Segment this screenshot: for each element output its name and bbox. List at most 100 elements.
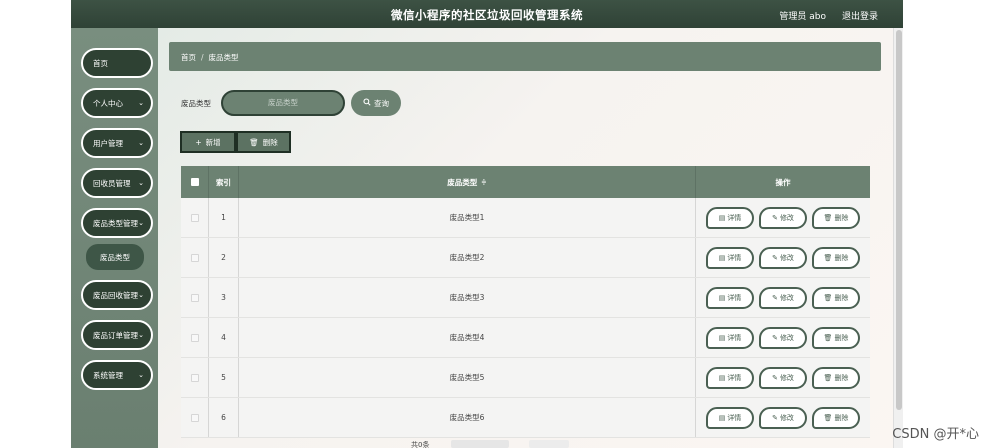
sidebar-item-1[interactable]: 个人中心 ⌄: [81, 88, 153, 118]
detail-label: 详情: [727, 293, 742, 302]
delete-icon: 🗑: [823, 213, 833, 222]
sidebar-item-2[interactable]: 用户管理 ⌄: [81, 128, 153, 158]
chevron-down-icon: ⌄: [138, 139, 144, 147]
row-index: 2: [209, 238, 239, 277]
edit-label: 修改: [779, 253, 794, 262]
row-type: 废品类型5: [239, 358, 696, 397]
delete-button[interactable]: 🗑 删除: [812, 406, 860, 429]
row-checkbox-cell: [181, 358, 209, 397]
chevron-down-icon: ⌄: [138, 331, 144, 339]
detail-label: 详情: [727, 413, 742, 422]
detail-button[interactable]: ▤ 详情: [706, 406, 754, 429]
delete-icon: 🗑: [823, 253, 833, 262]
edit-label: 修改: [779, 333, 794, 342]
edit-button[interactable]: ✎ 修改: [759, 246, 807, 269]
sidebar-item-0[interactable]: 首页: [81, 48, 153, 78]
edit-icon: ✎: [772, 253, 778, 262]
row-index: 3: [209, 278, 239, 317]
row-type: 废品类型6: [239, 398, 696, 437]
detail-label: 详情: [727, 253, 742, 262]
row-index: 5: [209, 358, 239, 397]
sidebar-nav: 首页个人中心 ⌄ 用户管理 ⌄ 回收员管理 ⌄ 废品类型管理 ⌄ 废品类型废品回收管理 ⌄ 废品订单…: [81, 48, 153, 400]
sidebar-item-3[interactable]: 回收员管理 ⌄: [81, 168, 153, 198]
add-button-label: 新增: [205, 137, 221, 147]
page-jump-input[interactable]: [529, 440, 569, 448]
row-checkbox[interactable]: [190, 213, 199, 222]
search-label: 废品类型: [181, 99, 211, 108]
delete-button[interactable]: 🗑 删除: [812, 206, 860, 229]
delete-button[interactable]: 🗑 删除: [812, 246, 860, 269]
table-row: 1 废品类型1 ▤ 详情 ✎ 修改 🗑 删除: [181, 198, 870, 238]
edit-icon: ✎: [772, 213, 778, 222]
edit-button[interactable]: ✎ 修改: [759, 326, 807, 349]
search-button[interactable]: 查询: [351, 90, 401, 116]
search-input[interactable]: 废品类型: [221, 90, 345, 116]
delete-icon: 🗑: [823, 373, 833, 382]
detail-icon: ▤: [718, 293, 726, 302]
row-index: 6: [209, 398, 239, 437]
edit-label: 修改: [779, 213, 794, 222]
row-type: 废品类型3: [239, 278, 696, 317]
page: 微信小程序的社区垃圾回收管理系统 管理员 abo 退出登录 首页 个人中心 ⌄ 用户管…: [0, 0, 985, 448]
sidebar-item-5[interactable]: 废品回收管理 ⌄: [81, 280, 153, 310]
sidebar-item-6[interactable]: 废品订单管理 ⌄: [81, 320, 153, 350]
breadcrumb-home[interactable]: 首页: [181, 53, 196, 62]
row-ops: ▤ 详情 ✎ 修改 🗑 删除: [696, 198, 870, 237]
select-all-checkbox[interactable]: [190, 178, 199, 186]
edit-label: 修改: [779, 293, 794, 302]
delete-icon: 🗑: [823, 293, 833, 302]
pager-total: 共0条: [411, 441, 430, 448]
delete-icon: 🗑: [823, 413, 833, 422]
bulk-delete-button[interactable]: 🗑 删除: [236, 131, 291, 153]
row-checkbox[interactable]: [190, 293, 199, 302]
app-window: 微信小程序的社区垃圾回收管理系统 管理员 abo 退出登录 首页 个人中心 ⌄ 用户管…: [71, 0, 903, 448]
page-size-select[interactable]: [451, 440, 509, 448]
delete-label: 删除: [834, 213, 849, 222]
edit-icon: ✎: [772, 373, 778, 382]
detail-button[interactable]: ▤ 详情: [706, 246, 754, 269]
header-type[interactable]: 废品类型 ≑: [239, 166, 696, 198]
scrollbar-thumb[interactable]: [896, 30, 902, 410]
detail-button[interactable]: ▤ 详情: [706, 206, 754, 229]
row-checkbox[interactable]: [190, 253, 199, 262]
sidebar-item-7[interactable]: 系统管理 ⌄: [81, 360, 153, 390]
detail-button[interactable]: ▤ 详情: [706, 286, 754, 309]
plus-icon: +: [195, 137, 202, 147]
header-ops: 操作: [775, 177, 791, 187]
detail-button[interactable]: ▤ 详情: [706, 366, 754, 389]
row-index: 1: [209, 198, 239, 237]
row-ops: ▤ 详情 ✎ 修改 🗑 删除: [696, 398, 870, 437]
sidebar-item-4[interactable]: 废品类型管理 ⌄: [81, 208, 153, 238]
delete-button[interactable]: 🗑 删除: [812, 286, 860, 309]
detail-icon: ▤: [718, 413, 726, 422]
add-button[interactable]: + 新增: [180, 131, 236, 153]
row-checkbox-cell: [181, 198, 209, 237]
delete-button[interactable]: 🗑 删除: [812, 366, 860, 389]
detail-icon: ▤: [718, 213, 726, 222]
detail-button[interactable]: ▤ 详情: [706, 326, 754, 349]
detail-label: 详情: [727, 333, 742, 342]
app-title: 微信小程序的社区垃圾回收管理系统: [391, 8, 583, 22]
header-index: 索引: [209, 166, 239, 198]
edit-icon: ✎: [772, 333, 778, 342]
table-row: 2 废品类型2 ▤ 详情 ✎ 修改 🗑 删除: [181, 238, 870, 278]
edit-button[interactable]: ✎ 修改: [759, 286, 807, 309]
edit-button[interactable]: ✎ 修改: [759, 206, 807, 229]
detail-label: 详情: [727, 213, 742, 222]
table-row: 4 废品类型4 ▤ 详情 ✎ 修改 🗑 删除: [181, 318, 870, 358]
row-checkbox[interactable]: [190, 333, 199, 342]
watermark: CSDN @开*心: [892, 427, 979, 442]
sort-icon[interactable]: ≑: [481, 178, 486, 186]
row-checkbox[interactable]: [190, 373, 199, 382]
vertical-scrollbar[interactable]: [893, 28, 903, 448]
edit-button[interactable]: ✎ 修改: [759, 366, 807, 389]
breadcrumb-separator: /: [201, 53, 204, 62]
table-row: 5 废品类型5 ▤ 详情 ✎ 修改 🗑 删除: [181, 358, 870, 398]
sidebar-subitem-waste-type[interactable]: 废品类型: [86, 244, 144, 270]
delete-button[interactable]: 🗑 删除: [812, 326, 860, 349]
row-checkbox[interactable]: [190, 413, 199, 422]
delete-icon: 🗑: [823, 333, 833, 342]
edit-button[interactable]: ✎ 修改: [759, 406, 807, 429]
row-index: 4: [209, 318, 239, 357]
logout-link[interactable]: 退出登录: [842, 9, 878, 22]
